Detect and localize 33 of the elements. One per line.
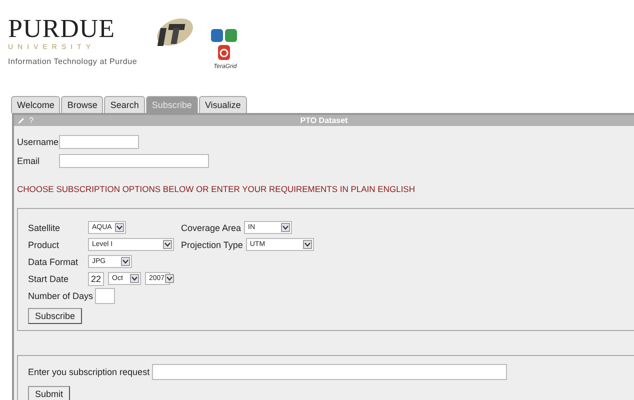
- logo-tagline: Information Technology at Purdue: [8, 57, 138, 66]
- field-label: Username: [17, 136, 59, 146]
- input-field[interactable]: [59, 134, 139, 148]
- tab[interactable]: Visualize: [198, 96, 247, 113]
- field-label: Start Date: [28, 274, 70, 284]
- caret-icon: [130, 274, 139, 282]
- field-label: Projection Type: [181, 240, 243, 250]
- caret-icon: [115, 223, 124, 232]
- field-label: Email: [17, 156, 41, 166]
- input-field[interactable]: [95, 288, 116, 304]
- field-label: Enter you subscription request: [28, 367, 150, 377]
- caret-icon: [121, 257, 130, 266]
- request-input-field[interactable]: [152, 364, 507, 380]
- caret-icon: [164, 274, 174, 282]
- day-field[interactable]: 22: [88, 272, 104, 286]
- caret-icon: [163, 240, 172, 249]
- field-label: Data Format: [28, 256, 80, 266]
- caret-icon: [302, 240, 312, 249]
- panel-title: PTO Dataset: [300, 116, 348, 125]
- tab[interactable]: Welcome: [11, 96, 60, 113]
- field-label: Product: [28, 240, 60, 250]
- input-field[interactable]: [59, 154, 209, 168]
- caret-icon: [281, 223, 290, 232]
- field-label: Coverage Area: [181, 222, 242, 232]
- submit-button[interactable]: Submit: [28, 386, 70, 400]
- notice-text: CHOOSE SUBSCRIPTION OPTIONS BELOW OR ENTER YOUR REQUIREMENTS IN PLAIN ENGLISH: [17, 184, 416, 194]
- university-logo-title: PURDUE: [8, 15, 116, 43]
- subscribe-button[interactable]: Subscribe: [28, 308, 82, 324]
- field-label: Satellite: [28, 222, 62, 232]
- tab[interactable]: Browse: [61, 96, 104, 113]
- tab[interactable]: Search: [104, 96, 145, 113]
- field-label: Number of Days: [28, 290, 94, 300]
- pencil-icon: [17, 116, 25, 124]
